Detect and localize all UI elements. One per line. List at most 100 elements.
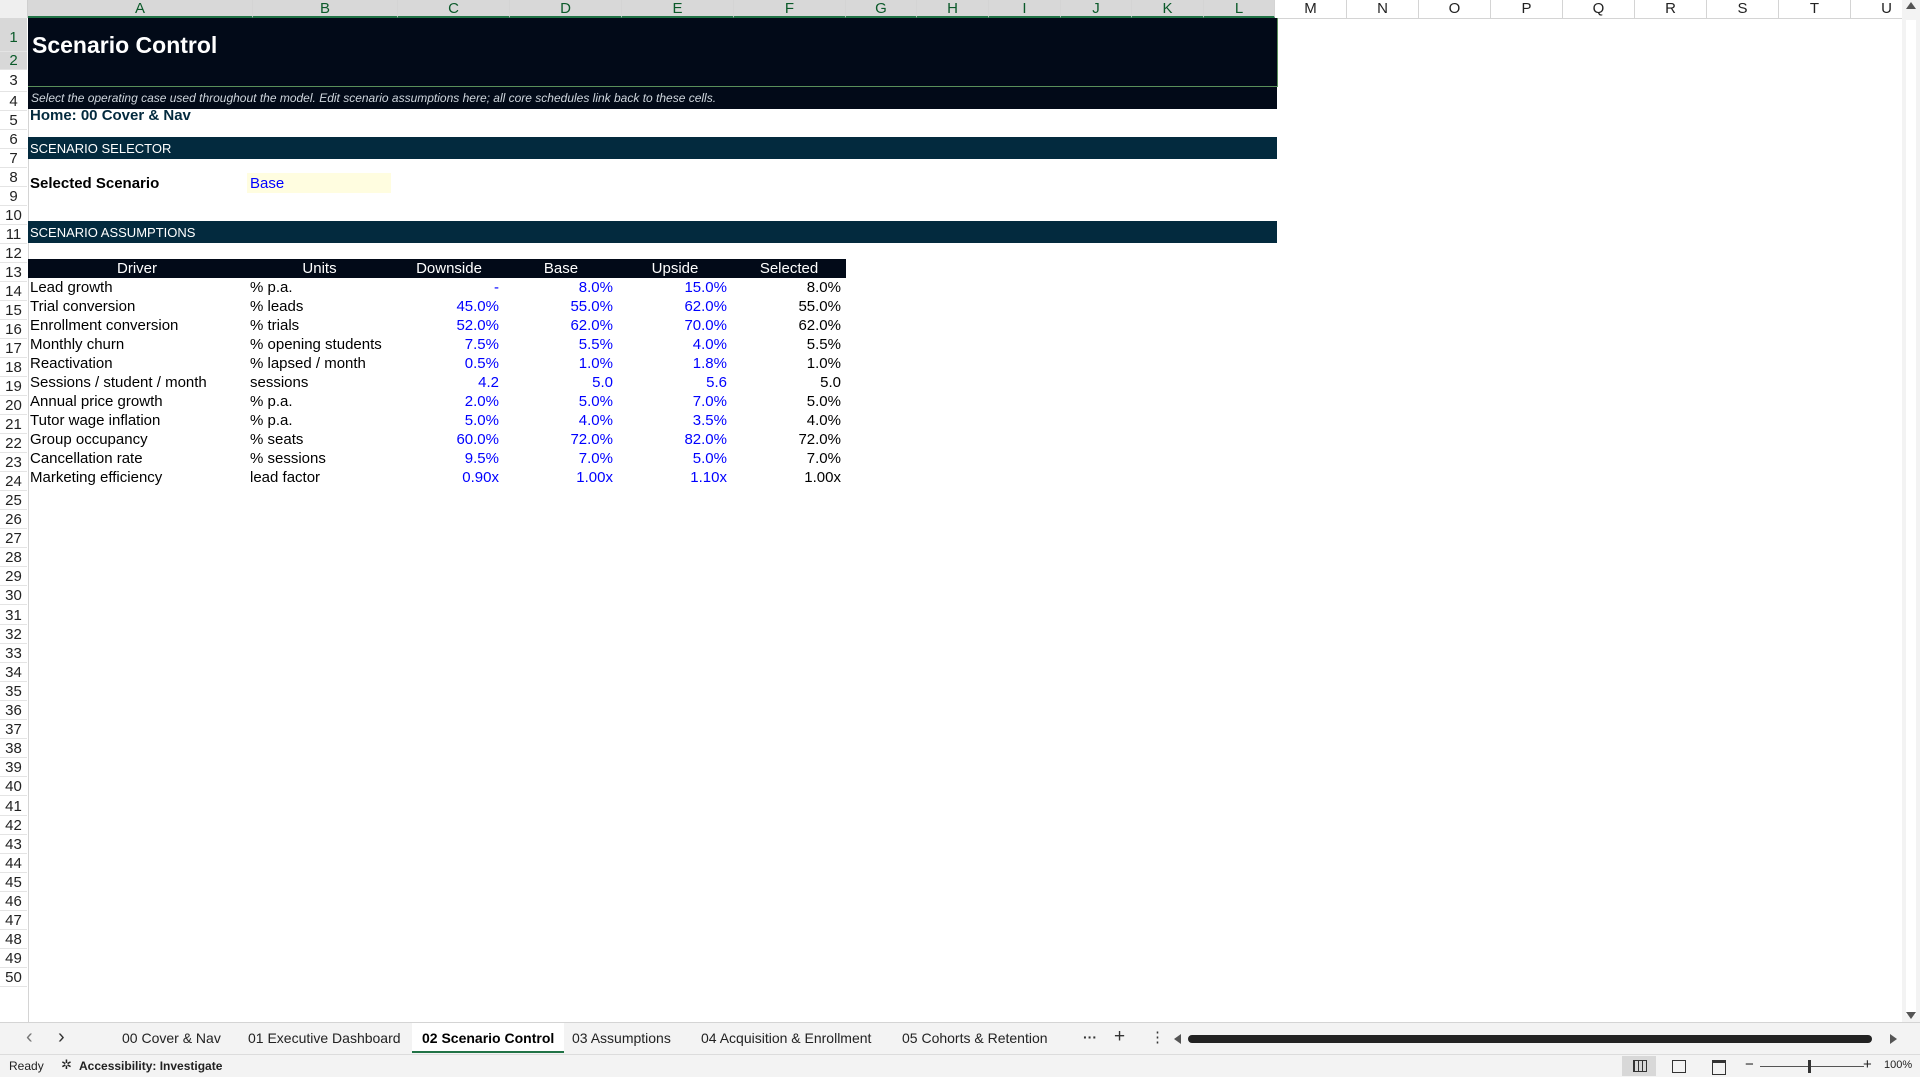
row-header-39[interactable]: 39 xyxy=(0,758,27,778)
selected-scenario-input[interactable]: Base xyxy=(247,173,391,193)
cell-selected[interactable]: 62.0% xyxy=(733,317,841,334)
column-header-j[interactable]: J xyxy=(1061,0,1132,18)
row-header-24[interactable]: 24 xyxy=(0,472,27,491)
row-header-22[interactable]: 22 xyxy=(0,434,27,453)
row-header-3[interactable]: 3 xyxy=(0,70,27,92)
row-header-25[interactable]: 25 xyxy=(0,491,27,510)
row-header-41[interactable]: 41 xyxy=(0,797,27,816)
cell-selected[interactable]: 7.0% xyxy=(733,450,841,467)
cell-units[interactable]: % p.a. xyxy=(250,393,395,410)
cell-base[interactable]: 8.0% xyxy=(505,279,613,296)
row-header-19[interactable]: 19 xyxy=(0,377,27,396)
zoom-level[interactable]: 100% xyxy=(1884,1059,1912,1071)
cell-base[interactable]: 7.0% xyxy=(505,450,613,467)
title-band[interactable]: Scenario Control xyxy=(28,18,1278,87)
column-header-b[interactable]: B xyxy=(253,0,398,18)
row-header-21[interactable]: 21 xyxy=(0,415,27,434)
row-header-8[interactable]: 8 xyxy=(0,168,27,187)
column-header-g[interactable]: G xyxy=(846,0,917,18)
zoom-out-icon[interactable]: − xyxy=(1745,1056,1754,1073)
cell-units[interactable]: % opening students xyxy=(250,336,395,353)
column-header-k[interactable]: K xyxy=(1132,0,1204,18)
cell-selected[interactable]: 5.0 xyxy=(733,374,841,391)
row-header-18[interactable]: 18 xyxy=(0,358,27,377)
column-header-t[interactable]: T xyxy=(1779,0,1851,18)
zoom-slider-track[interactable] xyxy=(1760,1066,1864,1067)
cell-downside[interactable]: 60.0% xyxy=(395,431,499,448)
row-header-11[interactable]: 11 xyxy=(0,225,27,244)
accessibility-status[interactable]: Accessibility: Investigate xyxy=(79,1059,222,1073)
cell-units[interactable]: % p.a. xyxy=(250,412,395,429)
column-header-n[interactable]: N xyxy=(1347,0,1419,18)
cell-base[interactable]: 55.0% xyxy=(505,298,613,315)
cell-selected[interactable]: 55.0% xyxy=(733,298,841,315)
row-header-2[interactable]: 2 xyxy=(0,52,27,70)
cell-driver[interactable]: Trial conversion xyxy=(30,298,246,315)
row-header-7[interactable]: 7 xyxy=(0,149,27,168)
cell-downside[interactable]: 2.0% xyxy=(395,393,499,410)
row-header-45[interactable]: 45 xyxy=(0,873,27,892)
row-header-26[interactable]: 26 xyxy=(0,510,27,530)
sheet-tab-0[interactable]: 00 Cover & Nav xyxy=(112,1023,231,1053)
row-header-36[interactable]: 36 xyxy=(0,701,27,721)
row-header-27[interactable]: 27 xyxy=(0,529,27,549)
cell-base[interactable]: 5.5% xyxy=(505,336,613,353)
cell-selected[interactable]: 5.0% xyxy=(733,393,841,410)
vertical-scroll-thumb[interactable] xyxy=(1906,20,1916,1015)
add-sheet-button[interactable]: + xyxy=(1114,1026,1125,1048)
cell-base[interactable]: 1.0% xyxy=(505,355,613,372)
cell-driver[interactable]: Group occupancy xyxy=(30,431,246,448)
cell-base[interactable]: 62.0% xyxy=(505,317,613,334)
column-header-a[interactable]: A xyxy=(28,0,253,18)
cell-base[interactable]: 1.00x xyxy=(505,469,613,486)
cell-downside[interactable]: 0.90x xyxy=(395,469,499,486)
row-header-47[interactable]: 47 xyxy=(0,911,27,931)
cell-downside[interactable]: 4.2 xyxy=(395,374,499,391)
vertical-scrollbar[interactable] xyxy=(1902,0,1920,1022)
row-header-5[interactable]: 5 xyxy=(0,111,27,130)
row-header-28[interactable]: 28 xyxy=(0,548,27,568)
cell-units[interactable]: % seats xyxy=(250,431,395,448)
row-header-12[interactable]: 12 xyxy=(0,244,27,263)
row-header-33[interactable]: 33 xyxy=(0,644,27,663)
row-header-29[interactable]: 29 xyxy=(0,567,27,587)
select-all-corner[interactable] xyxy=(0,0,28,18)
cell-units[interactable]: lead factor xyxy=(250,469,395,486)
page-break-icon[interactable] xyxy=(1712,1060,1726,1075)
column-header-m[interactable]: M xyxy=(1275,0,1347,18)
row-header-46[interactable]: 46 xyxy=(0,892,27,912)
zoom-in-icon[interactable]: + xyxy=(1863,1056,1872,1073)
cell-units[interactable]: sessions xyxy=(250,374,395,391)
cell-base[interactable]: 5.0% xyxy=(505,393,613,410)
cell-base[interactable]: 5.0 xyxy=(505,374,613,391)
row-header-4[interactable]: 4 xyxy=(0,92,27,111)
row-header-31[interactable]: 31 xyxy=(0,606,27,625)
row-header-48[interactable]: 48 xyxy=(0,930,27,950)
cell-driver[interactable]: Marketing efficiency xyxy=(30,469,246,486)
zoom-slider-thumb[interactable] xyxy=(1808,1060,1811,1073)
cell-upside[interactable]: 15.0% xyxy=(619,279,727,296)
column-header-i[interactable]: I xyxy=(989,0,1061,18)
cell-upside[interactable]: 82.0% xyxy=(619,431,727,448)
row-header-37[interactable]: 37 xyxy=(0,720,27,740)
cell-downside[interactable]: 52.0% xyxy=(395,317,499,334)
row-header-6[interactable]: 6 xyxy=(0,130,27,149)
cell-driver[interactable]: Enrollment conversion xyxy=(30,317,246,334)
cell-downside[interactable]: 45.0% xyxy=(395,298,499,315)
row-header-43[interactable]: 43 xyxy=(0,835,27,854)
cell-units[interactable]: % p.a. xyxy=(250,279,395,296)
sheet-tab-3[interactable]: 03 Assumptions xyxy=(562,1023,681,1053)
row-header-34[interactable]: 34 xyxy=(0,663,27,682)
cell-driver[interactable]: Annual price growth xyxy=(30,393,246,410)
worksheet-grid[interactable]: Scenario Control Select the operating ca… xyxy=(28,18,1902,1022)
cell-driver[interactable]: Sessions / student / month xyxy=(30,374,246,391)
row-header-42[interactable]: 42 xyxy=(0,816,27,835)
cell-upside[interactable]: 3.5% xyxy=(619,412,727,429)
sheet-tab-4[interactable]: 04 Acquisition & Enrollment xyxy=(691,1023,881,1053)
row-header-50[interactable]: 50 xyxy=(0,968,27,988)
row-header-49[interactable]: 49 xyxy=(0,949,27,969)
cell-units[interactable]: % sessions xyxy=(250,450,395,467)
cell-upside[interactable]: 5.6 xyxy=(619,374,727,391)
row-header-1[interactable]: 1 xyxy=(0,18,27,52)
row-header-15[interactable]: 15 xyxy=(0,301,27,320)
